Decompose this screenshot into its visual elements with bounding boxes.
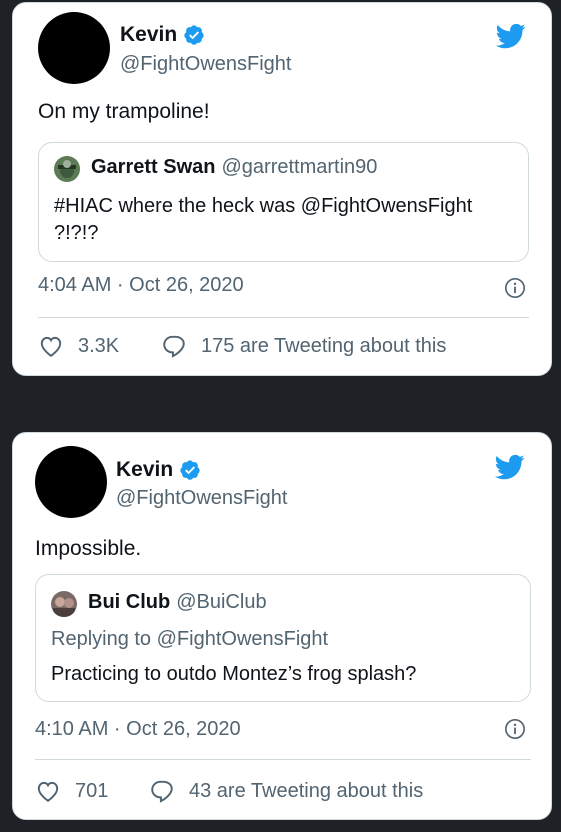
quoted-text-line: #HIAC where the heck was @FightOwensFigh…	[54, 195, 473, 217]
reply-bubble-icon[interactable]	[149, 778, 175, 804]
tweeting-about-link[interactable]: 43 are Tweeting about this	[149, 778, 423, 804]
replying-to-prefix: Replying to	[51, 628, 157, 650]
twitter-bird-icon[interactable]	[493, 452, 527, 482]
heart-icon[interactable]	[35, 778, 61, 804]
like-count: 3.3K	[78, 334, 120, 357]
quoted-text-line: Practicing to outdo Montez’s frog splash…	[51, 663, 417, 685]
avatar[interactable]	[38, 12, 110, 84]
author-handle[interactable]: @FightOwensFight	[116, 487, 287, 510]
quoted-tweet[interactable]: Bui Club @BuiClub Replying to @FightOwens…	[35, 574, 531, 702]
verified-badge-icon	[184, 25, 204, 45]
author-handle[interactable]: @FightOwensFight	[120, 53, 291, 76]
like-action[interactable]: 701	[35, 778, 108, 804]
quoted-avatar-image	[54, 156, 80, 182]
quoted-text-line: ?!?!?	[54, 222, 99, 244]
like-count: 701	[75, 779, 109, 802]
tweeting-about-link[interactable]: 175 are Tweeting about this	[161, 333, 446, 359]
heart-icon[interactable]	[38, 333, 64, 359]
timestamp[interactable]: 4:10 AM · Oct 26, 2020	[35, 718, 241, 741]
tweet-text: Impossible.	[35, 537, 142, 560]
quoted-author-name[interactable]: Garrett Swan	[91, 156, 215, 178]
author-name[interactable]: Kevin	[116, 458, 173, 482]
tweeting-about-text: 43 are Tweeting about this	[189, 779, 424, 802]
replying-to-line: Replying to @FightOwensFight	[51, 628, 328, 651]
info-icon[interactable]	[504, 277, 526, 299]
tweet-card[interactable]: Kevin @FightOwensFight Impossible. Bui C…	[12, 432, 552, 820]
replying-to-mention[interactable]: @FightOwensFight	[157, 628, 328, 650]
quoted-avatar[interactable]	[54, 156, 80, 182]
like-action[interactable]: 3.3K	[38, 333, 119, 359]
tweet-text: On my trampoline!	[38, 100, 210, 123]
timestamp[interactable]: 4:04 AM · Oct 26, 2020	[38, 274, 244, 297]
verified-badge-icon	[180, 460, 200, 480]
twitter-bird-icon[interactable]	[494, 21, 528, 51]
divider	[35, 759, 531, 760]
quoted-tweet[interactable]: Garrett Swan @garrettmartin90 #HIAC where…	[38, 142, 529, 262]
quoted-avatar-image	[51, 591, 77, 617]
tweet-card[interactable]: Kevin @FightOwensFight On my trampoline!…	[12, 2, 552, 376]
quoted-author-name[interactable]: Bui Club	[88, 591, 170, 613]
divider	[38, 317, 529, 318]
reply-bubble-icon[interactable]	[161, 333, 187, 359]
tweeting-about-text: 175 are Tweeting about this	[201, 334, 447, 357]
info-icon[interactable]	[504, 718, 526, 740]
quoted-author-handle[interactable]: @BuiClub	[176, 591, 266, 613]
author-name[interactable]: Kevin	[120, 23, 177, 47]
avatar[interactable]	[35, 446, 107, 518]
quoted-author-handle[interactable]: @garrettmartin90	[221, 156, 377, 178]
quoted-avatar[interactable]	[51, 591, 77, 617]
